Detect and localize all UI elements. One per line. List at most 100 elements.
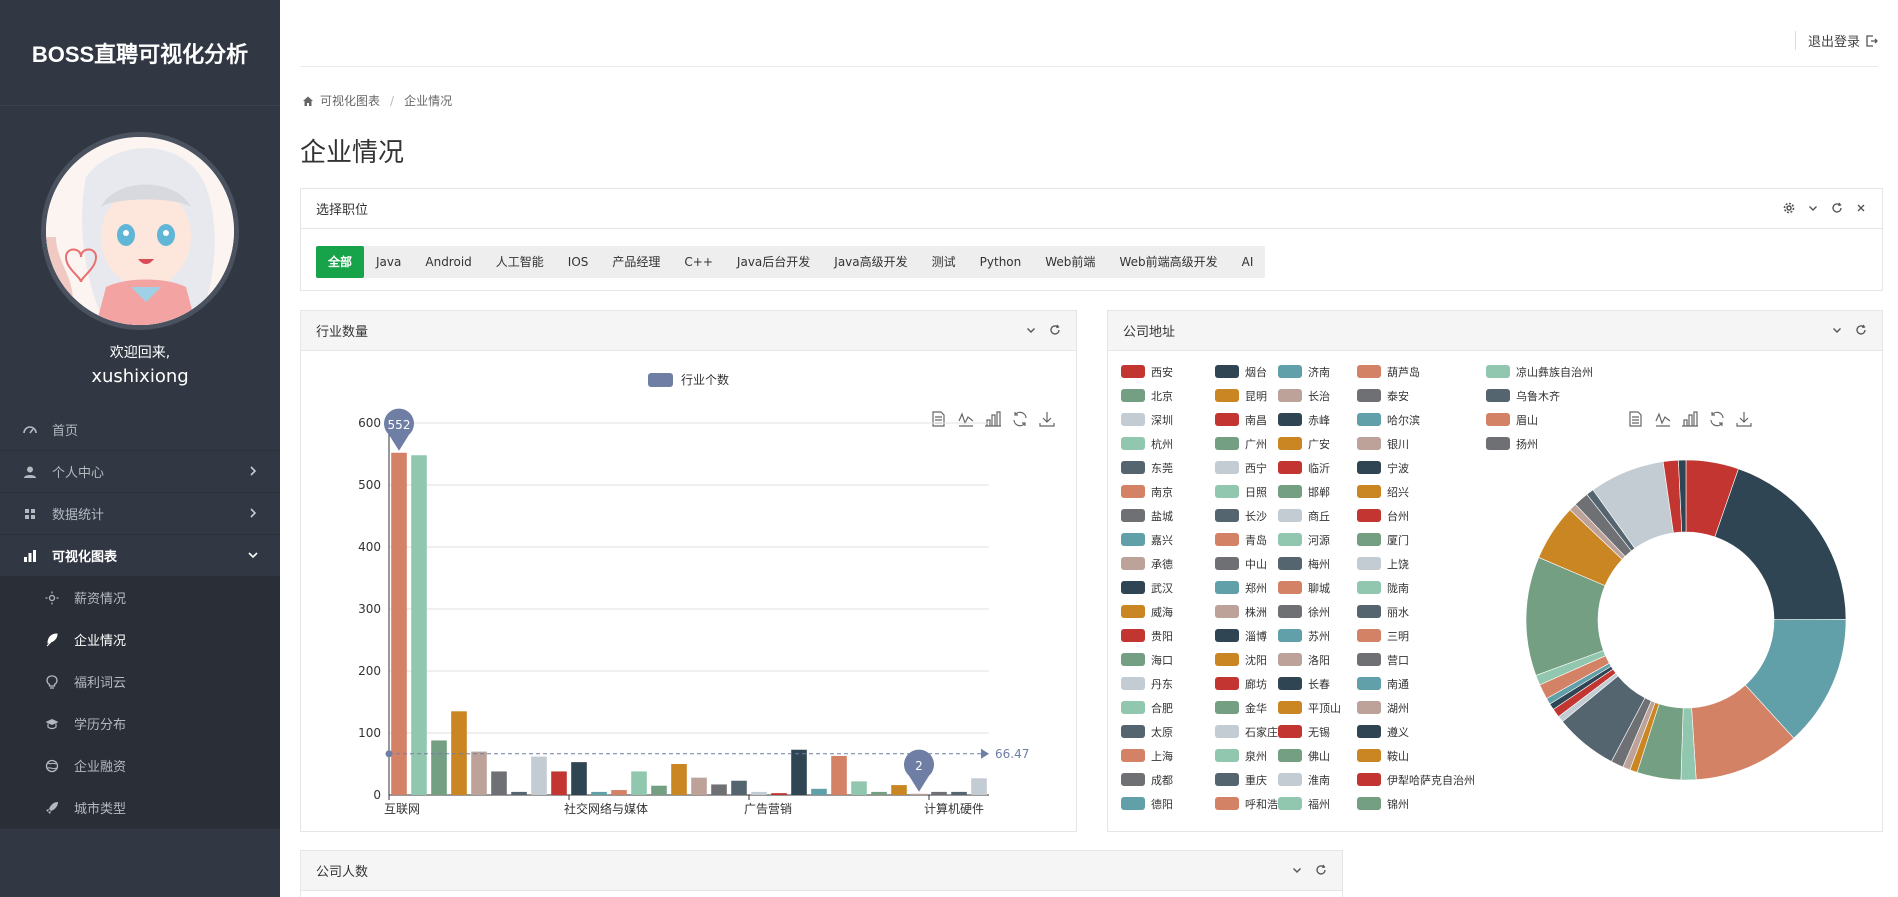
- legend-item[interactable]: 宁波: [1357, 461, 1409, 475]
- legend-item[interactable]: 南昌: [1215, 413, 1267, 427]
- job-tab[interactable]: 人工智能: [484, 246, 556, 278]
- legend-item[interactable]: 洛阳: [1278, 653, 1330, 667]
- data-view-icon[interactable]: [932, 411, 945, 427]
- legend-item[interactable]: 佛山: [1278, 749, 1330, 763]
- legend-item[interactable]: 鞍山: [1357, 749, 1409, 763]
- legend-item[interactable]: 呼和浩特: [1215, 797, 1289, 811]
- legend-item[interactable]: 海口: [1121, 653, 1173, 667]
- legend-item[interactable]: 杭州: [1121, 437, 1173, 451]
- job-tab[interactable]: IOS: [556, 246, 601, 278]
- legend-item[interactable]: 成都: [1121, 773, 1173, 787]
- chevron-down-icon[interactable]: [1806, 201, 1820, 215]
- refresh-icon[interactable]: [1314, 863, 1328, 877]
- legend-item[interactable]: 长治: [1278, 389, 1330, 403]
- legend-item[interactable]: 西安: [1121, 365, 1173, 379]
- legend-item[interactable]: 郑州: [1215, 581, 1267, 595]
- legend-item[interactable]: 聊城: [1278, 581, 1330, 595]
- legend-item[interactable]: 威海: [1121, 605, 1173, 619]
- legend-item[interactable]: 株洲: [1215, 605, 1267, 619]
- legend-item[interactable]: 厦门: [1357, 533, 1409, 547]
- legend-item[interactable]: 三明: [1357, 629, 1409, 643]
- menu-item-visual[interactable]: 可视化图表: [0, 535, 280, 577]
- legend-item[interactable]: 无锡: [1278, 725, 1330, 739]
- submenu-item-company[interactable]: 企业情况: [0, 619, 280, 661]
- bar-chart-icon[interactable]: [985, 411, 1001, 427]
- job-tab[interactable]: 全部: [316, 246, 365, 278]
- legend-item[interactable]: 赤峰: [1278, 413, 1330, 427]
- legend-item[interactable]: 贵阳: [1121, 629, 1173, 643]
- restore-icon[interactable]: [1710, 411, 1724, 427]
- legend-item[interactable]: 淄博: [1215, 629, 1267, 643]
- legend-item[interactable]: 河源: [1278, 533, 1330, 547]
- legend-item[interactable]: 东莞: [1121, 461, 1173, 475]
- legend-item[interactable]: 眉山: [1486, 413, 1538, 427]
- legend-item[interactable]: 邯郸: [1278, 485, 1330, 499]
- legend-item[interactable]: 丽水: [1357, 605, 1409, 619]
- legend-item[interactable]: 昆明: [1215, 389, 1267, 403]
- job-tab[interactable]: Java后台开发: [725, 246, 822, 278]
- legend-item[interactable]: 武汉: [1121, 581, 1173, 595]
- legend-item[interactable]: 湖州: [1357, 701, 1409, 715]
- legend-item[interactable]: 上海: [1121, 749, 1173, 763]
- legend-item[interactable]: 锦州: [1357, 797, 1409, 811]
- legend-item[interactable]: 廊坊: [1215, 677, 1267, 691]
- legend-item[interactable]: 临沂: [1278, 461, 1330, 475]
- chevron-down-icon[interactable]: [1290, 863, 1304, 877]
- legend-item[interactable]: 金华: [1215, 701, 1267, 715]
- chevron-down-icon[interactable]: [1830, 323, 1844, 337]
- legend-item[interactable]: 营口: [1357, 653, 1409, 667]
- legend-item[interactable]: 淮南: [1278, 773, 1330, 787]
- legend-item[interactable]: 长沙: [1215, 509, 1267, 523]
- job-tab[interactable]: 测试: [920, 246, 968, 278]
- home-icon[interactable]: [302, 95, 314, 107]
- job-tab[interactable]: Java高级开发: [822, 246, 919, 278]
- legend-item[interactable]: 徐州: [1278, 605, 1330, 619]
- legend-item[interactable]: 商丘: [1278, 509, 1330, 523]
- legend-item[interactable]: 银川: [1357, 437, 1409, 451]
- legend-item[interactable]: 泰安: [1357, 389, 1409, 403]
- legend-item[interactable]: 济南: [1278, 365, 1330, 379]
- legend-item[interactable]: 台州: [1357, 509, 1409, 523]
- line-chart-icon[interactable]: [958, 412, 974, 427]
- legend-item[interactable]: 遵义: [1357, 725, 1409, 739]
- legend-item[interactable]: 南通: [1357, 677, 1409, 691]
- logout-button[interactable]: 退出登录: [1794, 31, 1878, 50]
- legend-item[interactable]: 广安: [1278, 437, 1330, 451]
- legend-item[interactable]: 重庆: [1215, 773, 1267, 787]
- bar-chart-icon[interactable]: [1682, 411, 1698, 427]
- legend-item[interactable]: 太原: [1121, 725, 1173, 739]
- legend-item[interactable]: 深圳: [1121, 413, 1173, 427]
- legend-item[interactable]: 合肥: [1121, 701, 1173, 715]
- job-tab[interactable]: Java: [364, 246, 413, 278]
- gear-icon[interactable]: [1782, 201, 1796, 215]
- job-tab[interactable]: AI: [1230, 246, 1266, 278]
- legend-item[interactable]: 广州: [1215, 437, 1267, 451]
- legend-item[interactable]: 中山: [1215, 557, 1267, 571]
- legend-item[interactable]: 泉州: [1215, 749, 1267, 763]
- legend-item[interactable]: 南京: [1121, 485, 1173, 499]
- legend-item[interactable]: 承德: [1121, 557, 1173, 571]
- legend-item[interactable]: 伊犁哈萨克自治州: [1357, 773, 1475, 787]
- legend-item[interactable]: 石家庄: [1215, 725, 1278, 739]
- submenu-item-welfare[interactable]: 福利词云: [0, 661, 280, 703]
- job-tab[interactable]: Python: [968, 246, 1034, 278]
- submenu-item-salary[interactable]: 薪资情况: [0, 577, 280, 619]
- line-chart-icon[interactable]: [1655, 412, 1671, 427]
- legend-item[interactable]: 丹东: [1121, 677, 1173, 691]
- legend-item[interactable]: 烟台: [1215, 365, 1267, 379]
- submenu-item-financing[interactable]: 企业融资: [0, 745, 280, 787]
- legend-item[interactable]: 日照: [1215, 485, 1267, 499]
- refresh-icon[interactable]: [1830, 201, 1844, 215]
- job-tab[interactable]: Android: [413, 246, 483, 278]
- legend-item[interactable]: 上饶: [1357, 557, 1409, 571]
- job-tab[interactable]: C++: [672, 246, 725, 278]
- legend-item[interactable]: 平顶山: [1278, 701, 1341, 715]
- data-view-icon[interactable]: [1629, 411, 1642, 427]
- legend-item[interactable]: 沈阳: [1215, 653, 1267, 667]
- menu-item-data-stats[interactable]: 数据统计: [0, 493, 280, 535]
- legend-item[interactable]: 盐城: [1121, 509, 1173, 523]
- menu-item-home[interactable]: 首页: [0, 409, 280, 451]
- legend-item[interactable]: 凉山彝族自治州: [1486, 365, 1593, 379]
- menu-item-personal[interactable]: 个人中心: [0, 451, 280, 493]
- restore-icon[interactable]: [1013, 411, 1027, 427]
